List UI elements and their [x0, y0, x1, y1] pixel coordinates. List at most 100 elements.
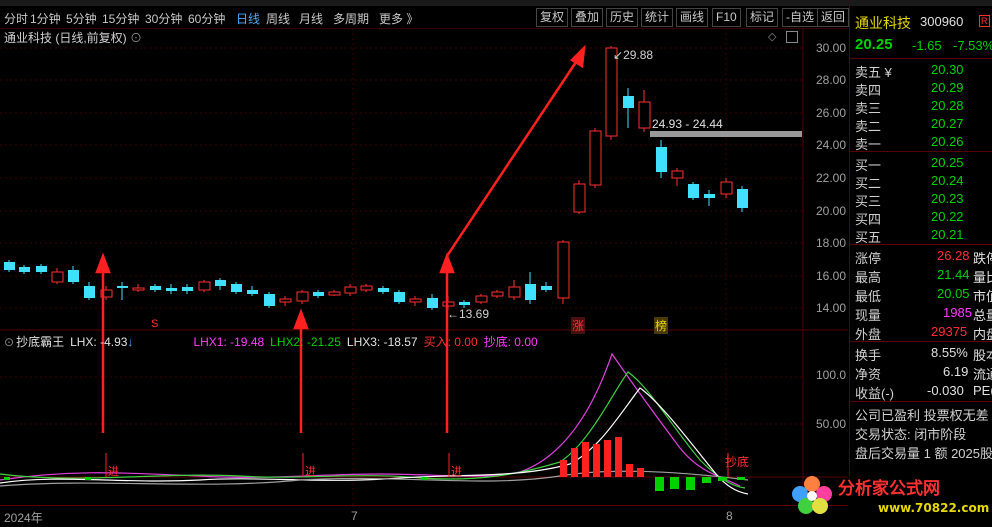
indicator-name[interactable]: 抄底霸王	[16, 335, 64, 349]
price-tick: 16.00	[815, 269, 846, 283]
ask-row: 卖三 20.28	[855, 98, 992, 116]
watchlist-button[interactable]: -自选	[782, 8, 818, 27]
f10-button[interactable]: F10	[712, 8, 741, 27]
stat-row-suffix: 量比	[973, 270, 992, 285]
candle	[720, 181, 733, 195]
watermark-text: 分析家公式网	[838, 478, 940, 499]
period-monthly[interactable]: 月线	[299, 10, 323, 27]
candle	[279, 298, 292, 303]
stat-row-label: 最高	[855, 270, 882, 285]
bid-row-label: 买一	[855, 158, 882, 173]
period-fenshi[interactable]: 分时	[4, 10, 28, 27]
candle	[427, 298, 438, 308]
bid-row-label: 买四	[855, 212, 882, 227]
date-tick: 7	[351, 509, 358, 523]
stat-row-suffix: 跌停	[973, 251, 992, 266]
fuquan-button[interactable]: 复权	[536, 8, 569, 27]
ask-row-label: 卖五 ¥	[855, 65, 892, 80]
ask-row-label: 卖三	[855, 101, 882, 116]
lhx3-value: LHX3: -18.57	[346, 335, 418, 349]
bid-row-value: 20.22	[931, 209, 964, 224]
r-badge: R	[979, 15, 990, 27]
candle	[68, 270, 79, 282]
candle	[117, 286, 128, 288]
candle	[264, 294, 275, 306]
limit-up-mark: 涨	[571, 317, 586, 334]
lhx-value: LHX: -4.93	[70, 335, 128, 349]
candle	[198, 281, 211, 291]
stat-row: 现量 1985总量	[855, 305, 992, 323]
stock-name: 通业科技	[855, 15, 911, 31]
candle	[378, 288, 389, 292]
history-button[interactable]: 历史	[606, 8, 639, 27]
stat-row-value: 20.05	[937, 286, 970, 301]
ask-row: 卖一 20.26	[855, 134, 992, 152]
candle	[688, 184, 699, 198]
candle	[704, 194, 715, 198]
flower-logo-icon	[792, 476, 832, 514]
stat2-row-suffix: 股本	[973, 348, 992, 363]
kline-chart[interactable]	[0, 28, 848, 506]
stat-row: 涨停 26.28跌停	[855, 248, 992, 266]
candle	[247, 290, 258, 294]
period-weekly[interactable]: 周线	[266, 10, 290, 27]
candle	[360, 285, 373, 291]
stat2-row-label: 净资	[855, 367, 882, 382]
buy-label: 进	[305, 466, 316, 478]
stat2-row: 换手 8.55% 股本	[855, 345, 992, 363]
indicator-tick: 50.00	[815, 417, 846, 431]
candle	[182, 287, 193, 291]
ask-row-value: 20.29	[931, 80, 964, 95]
candle	[409, 298, 422, 303]
bid-row: 买三 20.23	[855, 191, 992, 209]
back-button[interactable]: 返回	[817, 8, 850, 27]
low-price-label: ←13.69	[447, 307, 490, 321]
bid-row-value: 20.25	[931, 155, 964, 170]
period-multi[interactable]: 多周期	[333, 10, 369, 27]
stat-row: 最高 21.44量比	[855, 267, 992, 285]
stat-row-value: 29375	[931, 324, 968, 339]
overlay-button[interactable]: 叠加	[571, 8, 604, 27]
buy-label: 进	[108, 466, 119, 478]
candle	[215, 280, 226, 286]
period-daily[interactable]: 日线	[236, 10, 260, 27]
lhx2-value: LHX2: -21.25	[270, 335, 341, 349]
period-30min[interactable]: 30分钟	[145, 10, 182, 27]
ask-row: 卖五 ¥ 20.30	[855, 62, 992, 80]
indicator-menu-icon[interactable]: ⊙	[4, 335, 14, 349]
ask-row-value: 20.28	[931, 98, 964, 113]
price-tick: 26.00	[815, 106, 846, 120]
ask-row-value: 20.27	[931, 116, 964, 131]
candle	[491, 291, 504, 297]
date-tick: 8	[726, 509, 733, 523]
ask-row: 卖四 20.29	[855, 80, 992, 98]
stock-code: 300960	[920, 14, 964, 29]
period-more[interactable]: 更多 》	[379, 10, 418, 27]
s-mark: S	[151, 318, 159, 330]
stat2-row-label: 换手	[855, 348, 882, 363]
ask-row-value: 20.30	[931, 62, 964, 77]
quote-panel: 通业科技 300960 R 20.25 -1.65 -7.53% 卖五 ¥ 20.…	[849, 6, 992, 476]
last-price: 20.25	[855, 36, 893, 53]
stat-row-value: 26.28	[937, 248, 970, 263]
price-change-pct: -7.53%	[953, 38, 992, 53]
period-5min[interactable]: 5分钟	[66, 10, 97, 27]
period-60min[interactable]: 60分钟	[188, 10, 225, 27]
period-1min[interactable]: 1分钟	[30, 10, 61, 27]
candle	[557, 241, 570, 299]
candle	[51, 271, 64, 283]
signal-arrows	[95, 44, 586, 433]
mark-button[interactable]: 标记	[746, 8, 779, 27]
draw-button[interactable]: 画线	[676, 8, 709, 27]
stats-button[interactable]: 统计	[641, 8, 674, 27]
price-tick: 18.00	[815, 236, 846, 250]
stat2-row-label: 收益(-)	[855, 386, 894, 401]
buy-label: 进	[451, 466, 462, 478]
period-15min[interactable]: 15分钟	[102, 10, 139, 27]
high-price-label: ↙29.88	[613, 48, 654, 62]
candle	[737, 189, 748, 208]
down-arrow-icon: ↓	[127, 335, 134, 349]
stat-row: 最低 20.05市值	[855, 286, 992, 304]
stat2-row-value: 6.19	[943, 364, 969, 379]
candle	[132, 287, 145, 291]
